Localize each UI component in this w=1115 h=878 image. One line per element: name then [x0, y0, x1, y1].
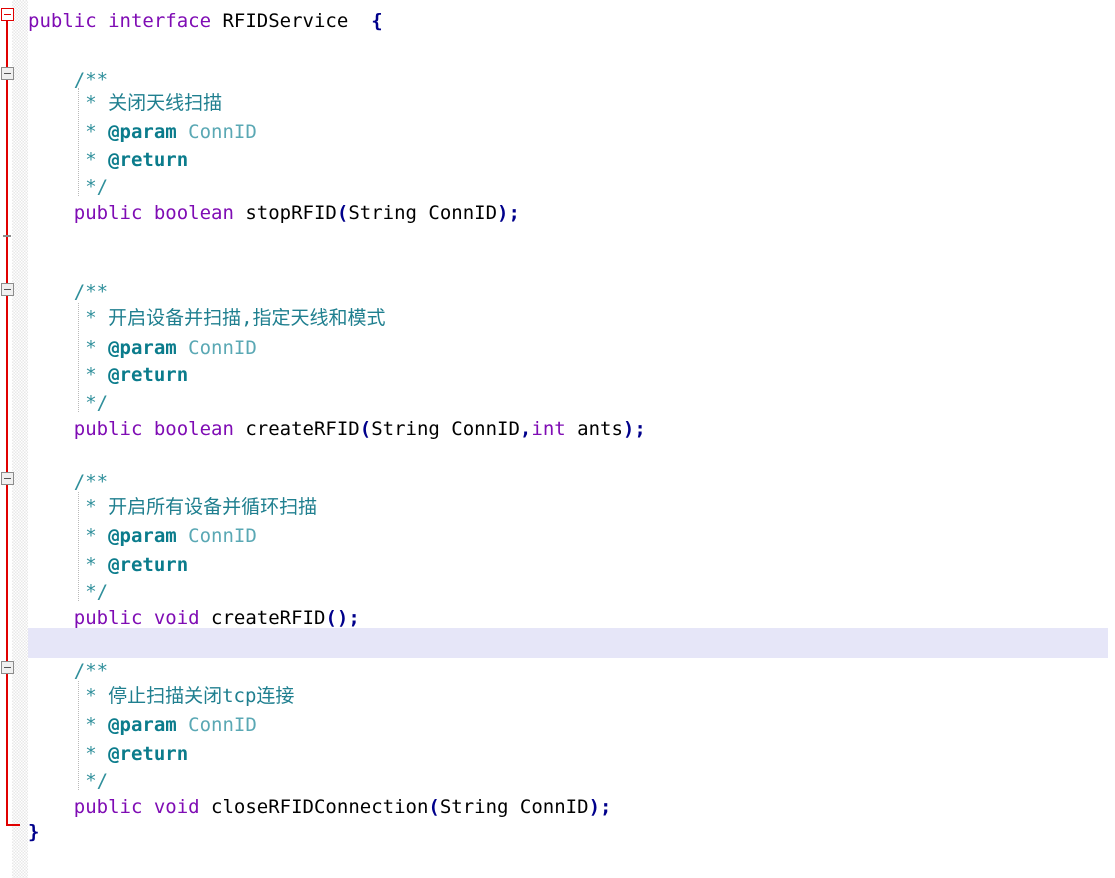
code-token-cmt: *	[28, 525, 109, 547]
code-token-brace: (	[428, 796, 440, 818]
code-token-cmt: *	[28, 714, 109, 736]
fold-toggle-interface[interactable]	[1, 8, 14, 21]
code-token-brace: );	[588, 796, 612, 818]
code-surface[interactable]: public interface RFIDService { /** * 关闭天…	[0, 0, 1115, 878]
code-line[interactable]: * 开启所有设备并循环扫描	[28, 492, 317, 522]
code-token-cmt: *	[28, 121, 109, 143]
code-token-tagval: ConnID	[176, 337, 257, 359]
code-token-cmt: */	[28, 392, 109, 414]
code-token-cmt: *	[28, 685, 109, 707]
code-token-cmt: /**	[28, 660, 109, 682]
code-token-plain: String ConnID	[371, 418, 520, 440]
code-line[interactable]: * @param ConnID	[28, 117, 257, 147]
code-token-tag: @return	[108, 554, 189, 576]
fold-toggle-javadoc-1[interactable]	[1, 67, 14, 80]
code-token-tag: @param	[108, 714, 177, 736]
code-token-cmt: *	[28, 554, 109, 576]
code-token-tagval: ConnID	[176, 121, 257, 143]
code-token-tag: @param	[108, 525, 177, 547]
code-token-brace: ,	[519, 418, 532, 440]
code-token-cmt: /**	[28, 471, 109, 493]
code-token-plain: ants	[565, 418, 623, 440]
code-line[interactable]: * @return	[28, 550, 188, 580]
code-token-brace: (	[359, 418, 372, 440]
code-token-cmt: *	[28, 149, 109, 171]
code-token-kw: int	[531, 418, 566, 440]
code-token-cmt: */	[28, 770, 109, 792]
code-token-brace: ();	[325, 607, 360, 629]
code-token-kw: public void	[73, 796, 212, 818]
code-line[interactable]: * @return	[28, 145, 188, 175]
code-line[interactable]: public boolean stopRFID(String ConnID);	[28, 198, 520, 228]
code-token-cmt-cjk: 开启所有设备并循环扫描	[108, 496, 318, 518]
fold-toggle-javadoc-2[interactable]	[1, 283, 14, 296]
code-token-tag: @return	[108, 149, 189, 171]
code-line[interactable]: * 关闭天线扫描	[28, 88, 222, 118]
code-token-brace: {	[371, 10, 383, 32]
code-line[interactable]: * @return	[28, 360, 188, 390]
code-token-brace: );	[497, 202, 520, 224]
code-token-tag: @return	[108, 364, 189, 386]
code-token-cmt: *	[28, 743, 109, 765]
fold-minus-icon	[4, 289, 11, 290]
code-line[interactable]: * @param ConnID	[28, 710, 257, 740]
fold-minus-icon	[4, 667, 11, 668]
code-token-cmt: *	[28, 307, 109, 329]
fold-toggle-javadoc-4[interactable]	[1, 661, 14, 674]
code-line[interactable]: public void closeRFIDConnection(String C…	[28, 792, 612, 822]
code-line[interactable]: * 开启设备并扫描,指定天线和模式	[28, 303, 386, 333]
fold-minus-icon	[4, 478, 11, 479]
code-line[interactable]: public interface RFIDService {	[28, 6, 383, 36]
code-token-tagval: ConnID	[176, 714, 257, 736]
code-token-cmt: *	[28, 496, 109, 518]
code-line[interactable]: * @param ConnID	[28, 521, 257, 551]
code-token-brace: (	[336, 202, 349, 224]
code-token-plain: closeRFIDConnection	[211, 796, 429, 818]
code-line[interactable]: }	[28, 817, 39, 847]
code-token-kw: public boolean	[73, 202, 246, 224]
code-token-kw: public interface	[28, 10, 223, 32]
fold-minus-icon	[4, 73, 11, 74]
code-token-cmt: */	[28, 176, 109, 198]
code-token-cmt: *	[28, 337, 109, 359]
fold-minus-icon	[4, 14, 11, 15]
fold-line-foot	[6, 824, 20, 826]
code-token-plain: String ConnID	[348, 202, 498, 224]
code-token-plain: createRFID	[211, 607, 326, 629]
code-token-cmt: /**	[28, 281, 109, 303]
code-line[interactable]: * @return	[28, 739, 188, 769]
code-token-tag: @param	[108, 121, 177, 143]
code-token-plain: createRFID	[245, 418, 360, 440]
code-token-plain: stopRFID	[245, 202, 337, 224]
code-token-plain: RFIDService	[222, 10, 372, 32]
code-line[interactable]: public void createRFID();	[28, 603, 360, 633]
fold-toggle-javadoc-3[interactable]	[1, 472, 14, 485]
code-token-cmt: */	[28, 581, 109, 603]
code-token-kw: public boolean	[73, 418, 246, 440]
fold-line-interface	[6, 14, 8, 826]
code-token-plain: String ConnID	[439, 796, 589, 818]
code-token-kw: public void	[73, 607, 212, 629]
code-line[interactable]: * @param ConnID	[28, 333, 257, 363]
code-token-cmt-cjk: 关闭天线扫描	[108, 92, 223, 114]
code-token-cmt: *	[28, 92, 109, 114]
code-token-brace: }	[28, 821, 40, 843]
code-token-cmt: *	[28, 364, 109, 386]
code-token-cmt-cjk: 停止扫描关闭tcp连接	[108, 685, 295, 707]
code-line[interactable]: public boolean createRFID(String ConnID,…	[28, 414, 646, 444]
code-line[interactable]: * 停止扫描关闭tcp连接	[28, 681, 294, 711]
code-token-tagval: ConnID	[176, 525, 257, 547]
code-token-brace: );	[622, 418, 646, 440]
code-token-tag: @param	[108, 337, 177, 359]
code-editor[interactable]: public interface RFIDService { /** * 关闭天…	[0, 0, 1115, 878]
fold-marker-dash	[3, 235, 11, 237]
code-token-tag: @return	[108, 743, 189, 765]
code-token-cmt-cjk: 开启设备并扫描,指定天线和模式	[108, 307, 386, 329]
